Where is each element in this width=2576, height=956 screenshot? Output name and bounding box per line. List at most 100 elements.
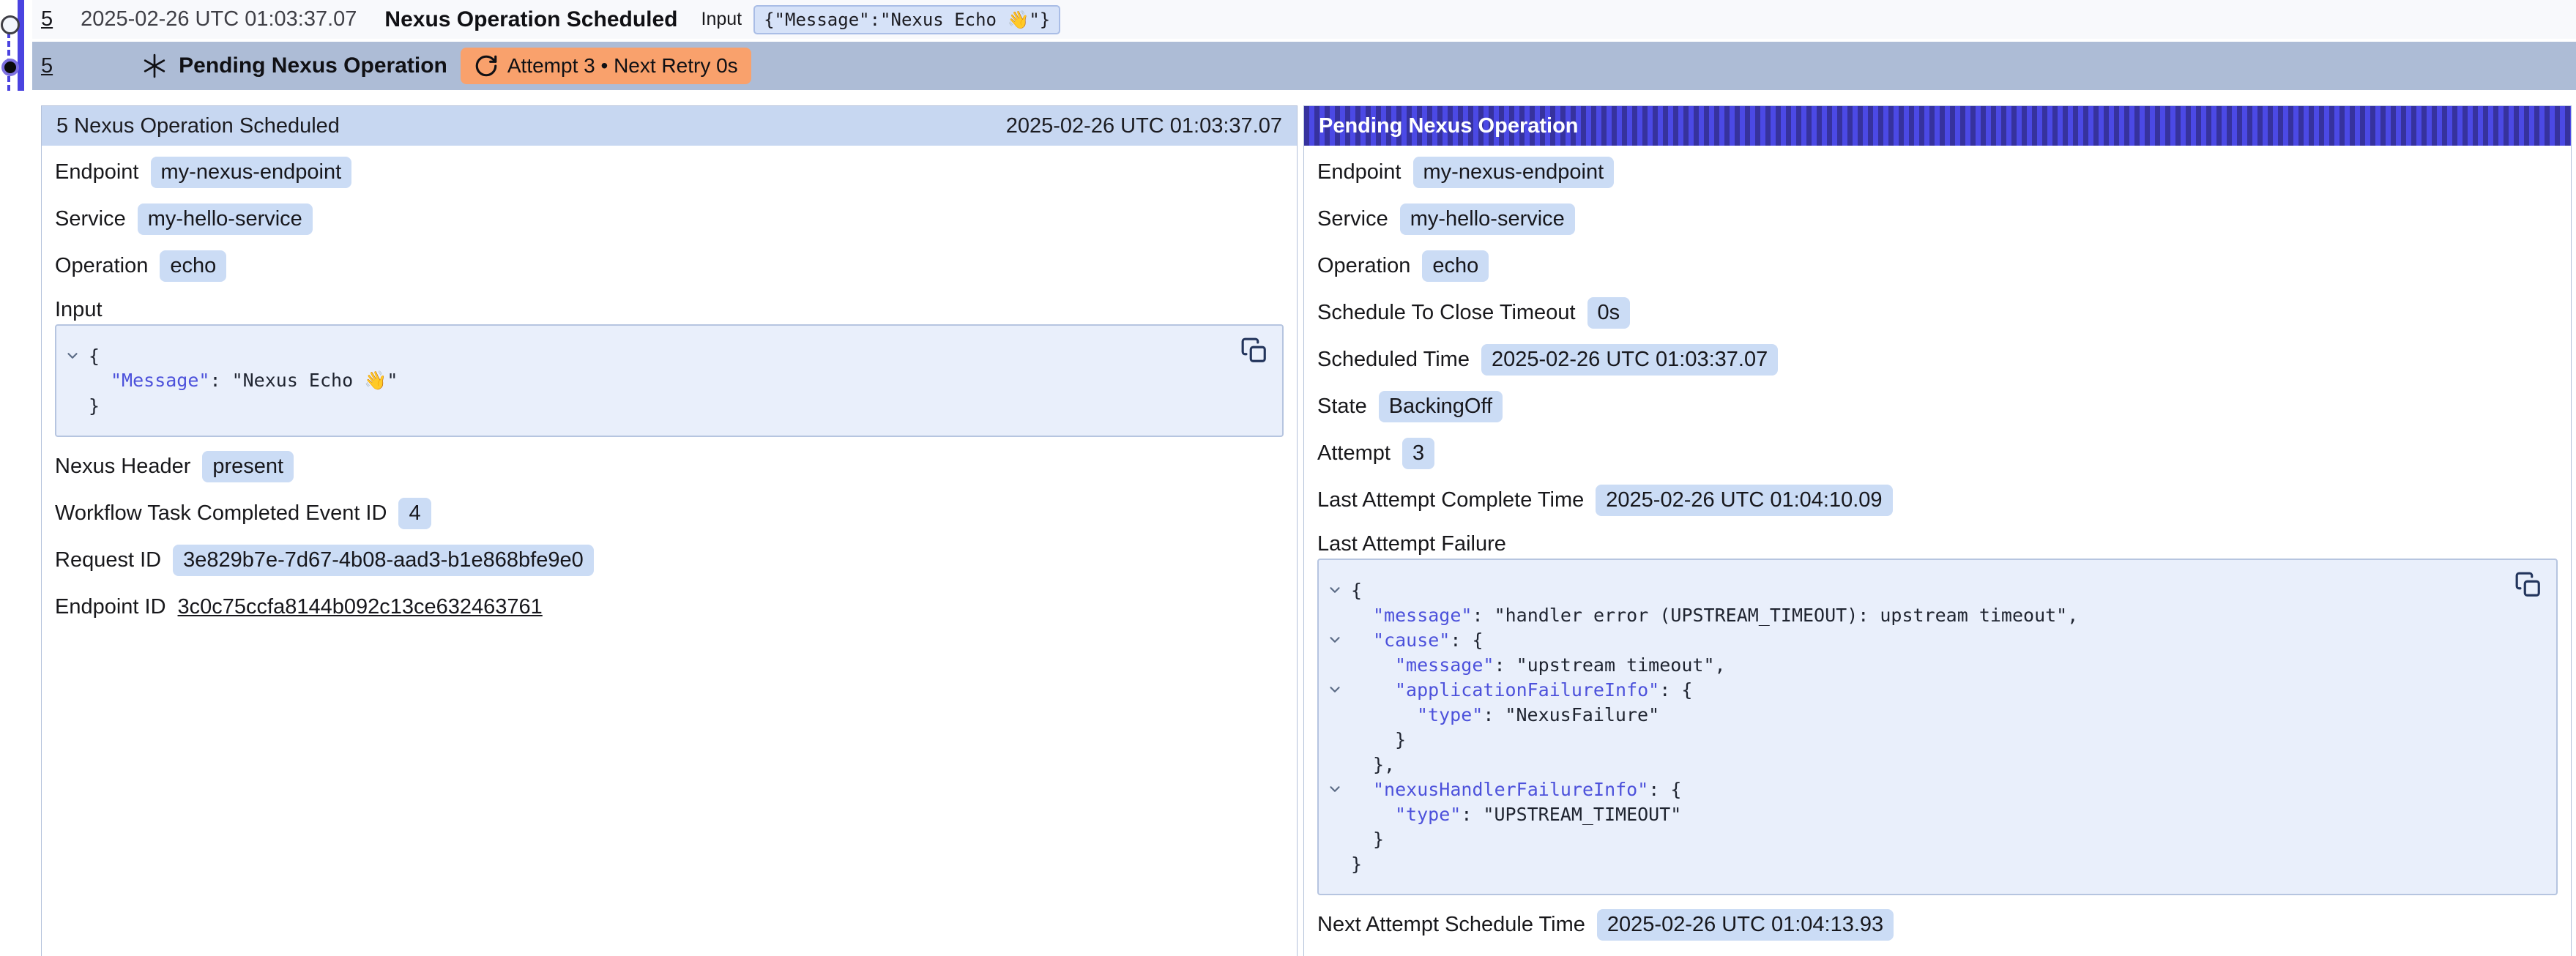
event-id-link[interactable]: 5 bbox=[41, 7, 53, 31]
code-block-input: { "Message": "Nexus Echo 👋"} bbox=[55, 324, 1284, 437]
code-text: "cause": { bbox=[1351, 630, 1484, 651]
retry-icon bbox=[474, 53, 499, 78]
json-key: "type" bbox=[1417, 704, 1483, 725]
copy-button[interactable] bbox=[1240, 336, 1269, 365]
code-line: "applicationFailureInfo": { bbox=[1319, 677, 2556, 702]
code-line: } bbox=[1319, 826, 2556, 851]
endpoint-id-link[interactable]: 3c0c75ccfa8144b092c13ce632463761 bbox=[178, 595, 543, 619]
json-value: { bbox=[89, 346, 100, 367]
code-line: { bbox=[56, 343, 1282, 368]
json-value: : "NexusFailure" bbox=[1483, 704, 1659, 725]
json-value: { bbox=[1351, 580, 1362, 601]
code-text: } bbox=[1351, 729, 1406, 750]
endpoint-value-badge: my-nexus-endpoint bbox=[1413, 157, 1615, 188]
code-text: } bbox=[1351, 854, 1362, 875]
code-line: "type": "NexusFailure" bbox=[1319, 702, 2556, 727]
field-label-service: Service bbox=[1317, 207, 1388, 231]
code-label-input: Input bbox=[55, 296, 1284, 323]
chevron-down-icon[interactable] bbox=[1327, 681, 1343, 698]
workflow-task-completed-event-id-value-badge: 4 bbox=[398, 498, 431, 529]
timeline-rail bbox=[18, 0, 24, 91]
code-line: "cause": { bbox=[1319, 627, 2556, 652]
copy-button[interactable] bbox=[2514, 570, 2543, 600]
field-workflow-task-completed-event-id: Workflow Task Completed Event ID4 bbox=[55, 497, 1284, 529]
endpoint-value-badge: my-nexus-endpoint bbox=[151, 157, 352, 188]
json-value: : { bbox=[1648, 779, 1681, 800]
code-label-last-attempt-failure: Last Attempt Failure bbox=[1317, 531, 2558, 557]
field-label-endpoint-id: Endpoint ID bbox=[55, 595, 166, 619]
field-label-next-attempt-schedule-time: Next Attempt Schedule Time bbox=[1317, 913, 1585, 937]
input-preview-chip: {"Message":"Nexus Echo 👋"} bbox=[753, 5, 1060, 34]
attempt-retry-text: Attempt 3 • Next Retry 0s bbox=[507, 54, 738, 78]
timeline-marker-scheduled bbox=[1, 15, 20, 34]
code-text: "message": "upstream timeout", bbox=[1351, 654, 1726, 676]
code-text: { bbox=[89, 346, 100, 367]
code-text: } bbox=[89, 395, 100, 417]
service-value-badge: my-hello-service bbox=[138, 203, 313, 235]
json-key: "nexusHandlerFailureInfo" bbox=[1373, 779, 1648, 800]
code-line: "message": "handler error (UPSTREAM_TIME… bbox=[1319, 602, 2556, 627]
json-key: "message" bbox=[1373, 605, 1472, 626]
field-label-scheduled-time: Scheduled Time bbox=[1317, 348, 1470, 372]
state-value-badge: BackingOff bbox=[1379, 391, 1503, 422]
json-value: : { bbox=[1450, 630, 1483, 651]
code-text: "Message": "Nexus Echo 👋" bbox=[89, 370, 398, 392]
collapse-gutter bbox=[1319, 632, 1351, 648]
event-row-nexus-operation-scheduled[interactable]: 5 2025-02-26 UTC 01:03:37.07 Nexus Opera… bbox=[32, 0, 2576, 39]
json-value: } bbox=[1395, 729, 1406, 750]
chevron-down-icon[interactable] bbox=[1327, 632, 1343, 648]
copy-icon bbox=[2514, 571, 2542, 599]
code-text: "type": "NexusFailure" bbox=[1351, 704, 1659, 725]
nexus-header-value-badge: present bbox=[202, 451, 294, 482]
field-last-attempt-complete-time: Last Attempt Complete Time2025-02-26 UTC… bbox=[1317, 484, 2558, 516]
schedule-to-close-timeout-value-badge: 0s bbox=[1587, 297, 1631, 329]
json-value: : "Nexus Echo 👋" bbox=[209, 370, 398, 391]
field-nexus-header: Nexus Headerpresent bbox=[55, 450, 1284, 482]
event-history-detail-view: 5 2025-02-26 UTC 01:03:37.07 Nexus Opera… bbox=[0, 0, 2576, 956]
input-preview-label: Input bbox=[701, 9, 742, 30]
chevron-down-icon[interactable] bbox=[64, 348, 81, 364]
chevron-down-icon[interactable] bbox=[1327, 781, 1343, 797]
field-label-endpoint: Endpoint bbox=[1317, 160, 1401, 184]
attempt-value-badge: 3 bbox=[1402, 438, 1434, 469]
collapse-gutter bbox=[56, 348, 89, 364]
json-value: : { bbox=[1659, 679, 1692, 701]
code-line: } bbox=[1319, 727, 2556, 752]
code-line: } bbox=[56, 393, 1282, 418]
field-service: Servicemy-hello-service bbox=[55, 203, 1284, 235]
code-text: "nexusHandlerFailureInfo": { bbox=[1351, 779, 1681, 800]
code-text: }, bbox=[1351, 754, 1395, 775]
service-value-badge: my-hello-service bbox=[1400, 203, 1575, 235]
field-label-operation: Operation bbox=[55, 254, 148, 278]
json-value: }, bbox=[1373, 754, 1395, 775]
code-line: } bbox=[1319, 851, 2556, 876]
json-value: } bbox=[89, 395, 100, 417]
event-id-link[interactable]: 5 bbox=[41, 54, 53, 78]
field-label-operation: Operation bbox=[1317, 254, 1410, 278]
field-label-state: State bbox=[1317, 395, 1367, 419]
card-body-scheduled: Endpoint my-nexus-endpoint Servicemy-hello… bbox=[42, 146, 1297, 623]
code-text: "message": "handler error (UPSTREAM_TIME… bbox=[1351, 605, 2078, 626]
event-title: Pending Nexus Operation bbox=[179, 53, 447, 78]
code-line: "type": "UPSTREAM_TIMEOUT" bbox=[1319, 802, 2556, 826]
json-value: : "handler error (UPSTREAM_TIMEOUT): ups… bbox=[1472, 605, 2078, 626]
code-line: "nexusHandlerFailureInfo": { bbox=[1319, 777, 2556, 802]
event-title: Nexus Operation Scheduled bbox=[384, 7, 677, 32]
request-id-value-badge: 3e829b7e-7d67-4b08-aad3-b1e868bfe9e0 bbox=[173, 545, 594, 576]
event-row-pending-nexus-operation[interactable]: 5 Pending Nexus Operation Attempt 3 • Ne… bbox=[32, 42, 2576, 90]
scheduled-time-value-badge: 2025-02-26 UTC 01:03:37.07 bbox=[1481, 344, 1778, 376]
field-label-endpoint: Endpoint bbox=[55, 160, 139, 184]
field-request-id: Request ID3e829b7e-7d67-4b08-aad3-b1e868… bbox=[55, 544, 1284, 576]
code-block-last-attempt-failure: { "message": "handler error (UPSTREAM_TIM… bbox=[1317, 559, 2558, 895]
event-timestamp: 2025-02-26 UTC 01:03:37.07 bbox=[81, 7, 357, 31]
field-endpoint: Endpoint my-nexus-endpoint bbox=[1317, 156, 2558, 188]
field-operation: Operationecho bbox=[55, 250, 1284, 282]
attempt-retry-badge: Attempt 3 • Next Retry 0s bbox=[461, 48, 751, 84]
field-attempt: Attempt3 bbox=[1317, 437, 2558, 469]
collapse-gutter bbox=[1319, 781, 1351, 797]
field-schedule-to-close-timeout: Schedule To Close Timeout0s bbox=[1317, 296, 2558, 329]
chevron-down-icon[interactable] bbox=[1327, 582, 1343, 598]
timeline-marker-pending bbox=[1, 59, 19, 76]
card-nexus-operation-scheduled: 5 Nexus Operation Scheduled 2025-02-26 U… bbox=[41, 105, 1298, 956]
collapse-gutter bbox=[1319, 681, 1351, 698]
